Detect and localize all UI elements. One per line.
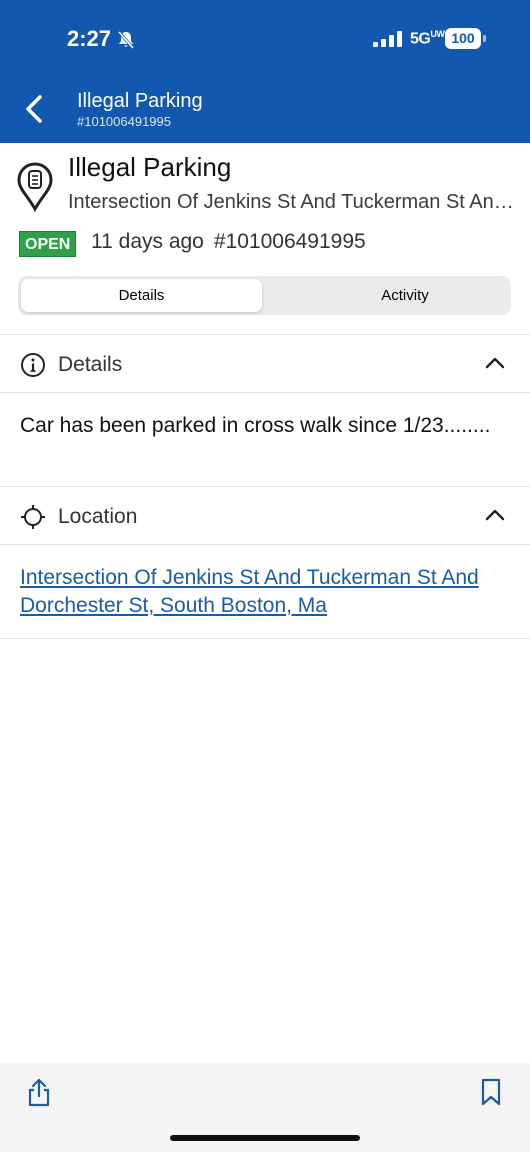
location-section-label: Location <box>58 505 138 528</box>
status-badge: OPEN <box>19 231 77 257</box>
issue-meta: 11 days ago #101006491995 <box>91 230 366 254</box>
network-type: 5GUW <box>410 29 445 48</box>
cellular-signal-icon <box>373 31 402 47</box>
details-text: Car has been parked in cross walk since … <box>20 414 491 437</box>
chevron-up-icon[interactable] <box>484 356 506 370</box>
details-section-header[interactable]: Details <box>0 339 530 389</box>
app-header: 2:27 5GUW 100 Illegal Parking #101006491… <box>0 0 530 143</box>
location-address-link[interactable]: Intersection Of Jenkins St And Tuckerman… <box>20 564 510 620</box>
info-icon <box>21 353 45 377</box>
battery-icon: 100 <box>445 28 487 49</box>
chevron-up-icon[interactable] <box>484 508 506 522</box>
divider <box>0 334 530 335</box>
divider <box>0 638 530 639</box>
crosshair-icon <box>21 505 45 529</box>
issue-address: Intersection Of Jenkins St And Tuckerman… <box>68 191 518 213</box>
back-button[interactable] <box>18 90 52 128</box>
status-time: 2:27 <box>67 26 112 51</box>
bookmark-icon[interactable] <box>478 1077 504 1107</box>
battery-level: 100 <box>445 28 481 49</box>
divider <box>0 392 530 393</box>
divider <box>0 486 530 487</box>
parking-meter-pin-icon <box>17 162 53 212</box>
issue-age: 11 days ago <box>91 230 204 253</box>
bottom-toolbar <box>0 1063 530 1152</box>
segmented-control: Details Activity <box>18 276 511 315</box>
details-section-label: Details <box>58 353 123 376</box>
tab-details[interactable]: Details <box>21 279 262 312</box>
nav-title: Illegal Parking <box>77 90 203 112</box>
issue-title: Illegal Parking <box>68 152 232 182</box>
bell-slash-icon <box>117 31 135 49</box>
nav-subtitle: #101006491995 <box>77 114 171 129</box>
share-icon[interactable] <box>25 1077 53 1107</box>
issue-id: #101006491995 <box>213 230 366 253</box>
home-indicator <box>170 1135 360 1141</box>
location-section-header[interactable]: Location <box>0 491 530 541</box>
divider <box>0 544 530 545</box>
tab-activity[interactable]: Activity <box>284 279 526 312</box>
